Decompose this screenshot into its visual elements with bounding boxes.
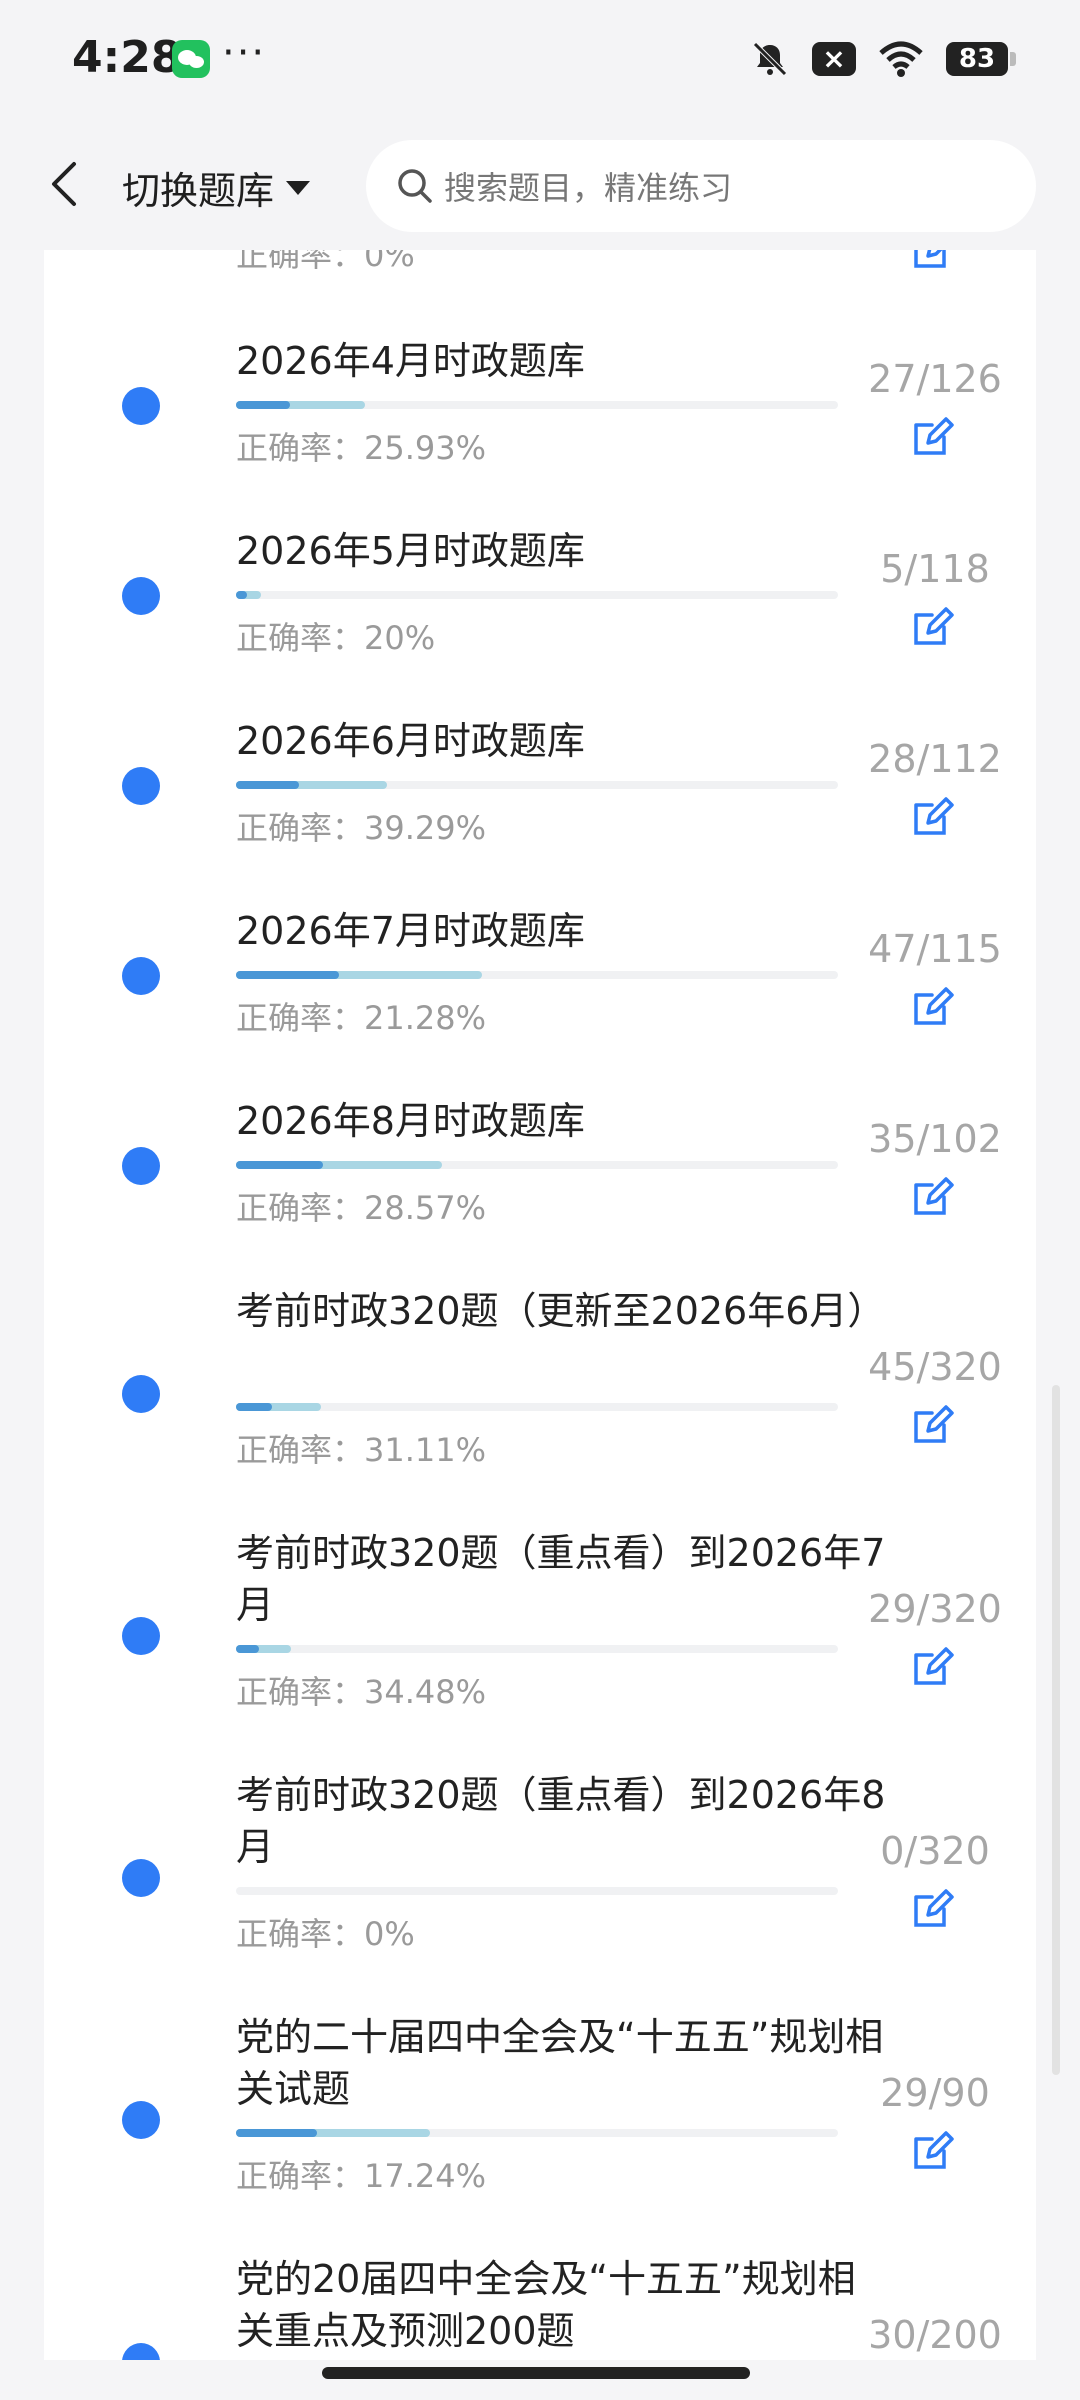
- edit-icon[interactable]: [910, 793, 956, 839]
- item-title: 党的20届四中全会及“十五五”规划相关重点及预测200题: [236, 2257, 856, 2353]
- search-placeholder: 搜索题目，精准练习: [444, 169, 733, 207]
- progress-fill-accent: [236, 781, 300, 789]
- progress-bar: [236, 1887, 838, 1895]
- item-title: 2026年8月时政题库: [236, 1099, 585, 1143]
- progress-count: 29/320: [868, 1587, 1002, 1631]
- wifi-icon: [879, 41, 923, 77]
- progress-count: 29/90: [880, 2071, 990, 2115]
- progress-dot: [122, 387, 160, 425]
- progress-dot: [122, 2343, 160, 2360]
- accuracy-text: 正确率：20%: [236, 619, 436, 657]
- progress-count: 5/118: [880, 547, 990, 591]
- item-title: 2026年6月时政题库: [236, 719, 585, 763]
- item-title: 党的二十届四中全会及“十五五”规划相关试题: [236, 2015, 884, 2111]
- more-notifications-icon: ···: [222, 30, 267, 76]
- accuracy-text: 正确率：25.93%: [236, 429, 487, 467]
- progress-count: 47/115: [868, 927, 1002, 971]
- edit-icon[interactable]: [910, 1173, 956, 1219]
- progress-count: 28/112: [868, 737, 1002, 781]
- back-arrow-icon[interactable]: [46, 158, 82, 210]
- item-title: 2026年5月时政题库: [236, 529, 585, 573]
- edit-icon[interactable]: [910, 1885, 956, 1931]
- progress-bar: [236, 1645, 838, 1653]
- progress-fill-accent: [236, 1403, 272, 1411]
- search-bar[interactable]: 搜索题目，精准练习: [366, 140, 1036, 232]
- caret-down-icon: [286, 180, 311, 195]
- edit-icon[interactable]: [910, 2127, 956, 2173]
- accuracy-text: 正确率：28.57%: [236, 1189, 487, 1227]
- accuracy-text: 正确率：0%: [236, 1915, 415, 1953]
- item-title: 考前时政320题（更新至2026年6月）: [236, 1289, 886, 1333]
- edit-icon[interactable]: [910, 983, 956, 1029]
- progress-dot: [122, 1859, 160, 1897]
- edit-icon[interactable]: [910, 1643, 956, 1689]
- status-icons: × 83: [750, 34, 1016, 84]
- progress-count: 35/102: [868, 1117, 1002, 1161]
- question-bank-item[interactable]: 考前时政320题（重点看）到2026年8月正确率：0% 0/320: [44, 1769, 1036, 2009]
- question-bank-item[interactable]: 2026年8月时政题库正确率：28.57% 35/102: [44, 1095, 1036, 1285]
- progress-dot: [122, 957, 160, 995]
- question-bank-list: 正确率：0% 2026年4月时政题库正确率：25.93% 27/126 2026年5…: [44, 250, 1036, 2360]
- progress-dot: [122, 1147, 160, 1185]
- accuracy-text: 正确率：39.29%: [236, 809, 487, 847]
- progress-dot: [122, 767, 160, 805]
- switch-question-bank-label: 切换题库: [122, 169, 275, 213]
- status-bar: 4:28 ··· × 83: [0, 0, 1080, 120]
- question-bank-item[interactable]: 2026年5月时政题库正确率：20% 5/118: [44, 525, 1036, 715]
- progress-bar: [236, 401, 838, 409]
- item-title: 考前时政320题（重点看）到2026年7月: [236, 1531, 886, 1627]
- question-bank-item[interactable]: 2026年4月时政题库正确率：25.93% 27/126: [44, 335, 1036, 525]
- question-bank-item[interactable]: 党的20届四中全会及“十五五”规划相关重点及预测200题 30/200: [44, 2253, 1036, 2360]
- edit-icon[interactable]: [910, 413, 956, 459]
- progress-bar: [236, 1161, 838, 1169]
- item-title: 2026年4月时政题库: [236, 339, 585, 383]
- progress-fill-accent: [236, 1161, 323, 1169]
- close-notification-icon: ×: [812, 42, 856, 76]
- question-bank-item[interactable]: 2026年6月时政题库正确率：39.29% 28/112: [44, 715, 1036, 905]
- item-title: 考前时政320题（重点看）到2026年8月: [236, 1773, 886, 1869]
- question-bank-item[interactable]: 党的二十届四中全会及“十五五”规划相关试题正确率：17.24% 29/90: [44, 2011, 1036, 2251]
- progress-bar: [236, 2129, 838, 2137]
- edit-icon[interactable]: [910, 603, 956, 649]
- progress-bar: [236, 591, 838, 599]
- question-bank-item[interactable]: 考前时政320题（更新至2026年6月） 正确率：31.11% 45/320: [44, 1285, 1036, 1525]
- accuracy-text: 正确率：34.48%: [236, 1673, 487, 1711]
- progress-dot: [122, 1375, 160, 1413]
- edit-icon[interactable]: [910, 250, 956, 272]
- clock: 4:28: [72, 32, 182, 83]
- progress-fill-accent: [236, 2129, 318, 2137]
- edit-icon[interactable]: [910, 1401, 956, 1447]
- progress-bar: [236, 781, 838, 789]
- home-indicator[interactable]: [322, 2367, 750, 2379]
- question-bank-item[interactable]: 2026年7月时政题库正确率：21.28% 47/115: [44, 905, 1036, 1095]
- progress-fill-accent: [236, 401, 291, 409]
- progress-bar: [236, 1403, 838, 1411]
- progress-fill-accent: [236, 971, 340, 979]
- switch-question-bank-button[interactable]: 切换题库: [122, 160, 311, 215]
- progress-bar: [236, 971, 838, 979]
- progress-fill-accent: [236, 591, 247, 599]
- progress-fill-accent: [236, 1645, 259, 1653]
- progress-dot: [122, 577, 160, 615]
- wechat-icon: [172, 40, 210, 78]
- progress-count: 27/126: [868, 357, 1002, 401]
- accuracy-text: 正确率：21.28%: [236, 999, 487, 1037]
- search-icon: [398, 169, 432, 203]
- accuracy-text: 正确率：0%: [236, 250, 415, 274]
- accuracy-text: 正确率：17.24%: [236, 2157, 487, 2195]
- progress-dot: [122, 2101, 160, 2139]
- question-bank-item[interactable]: 考前时政320题（重点看）到2026年7月正确率：34.48% 29/320: [44, 1527, 1036, 1767]
- item-title: 2026年7月时政题库: [236, 909, 585, 953]
- progress-count: 0/320: [880, 1829, 990, 1873]
- scrollbar[interactable]: [1052, 1385, 1060, 2075]
- progress-count: 30/200: [868, 2313, 1002, 2357]
- progress-dot: [122, 1617, 160, 1655]
- bell-off-icon: [753, 42, 787, 76]
- battery-indicator: 83: [946, 42, 1016, 76]
- accuracy-text: 正确率：31.11%: [236, 1431, 487, 1469]
- progress-count: 45/320: [868, 1345, 1002, 1389]
